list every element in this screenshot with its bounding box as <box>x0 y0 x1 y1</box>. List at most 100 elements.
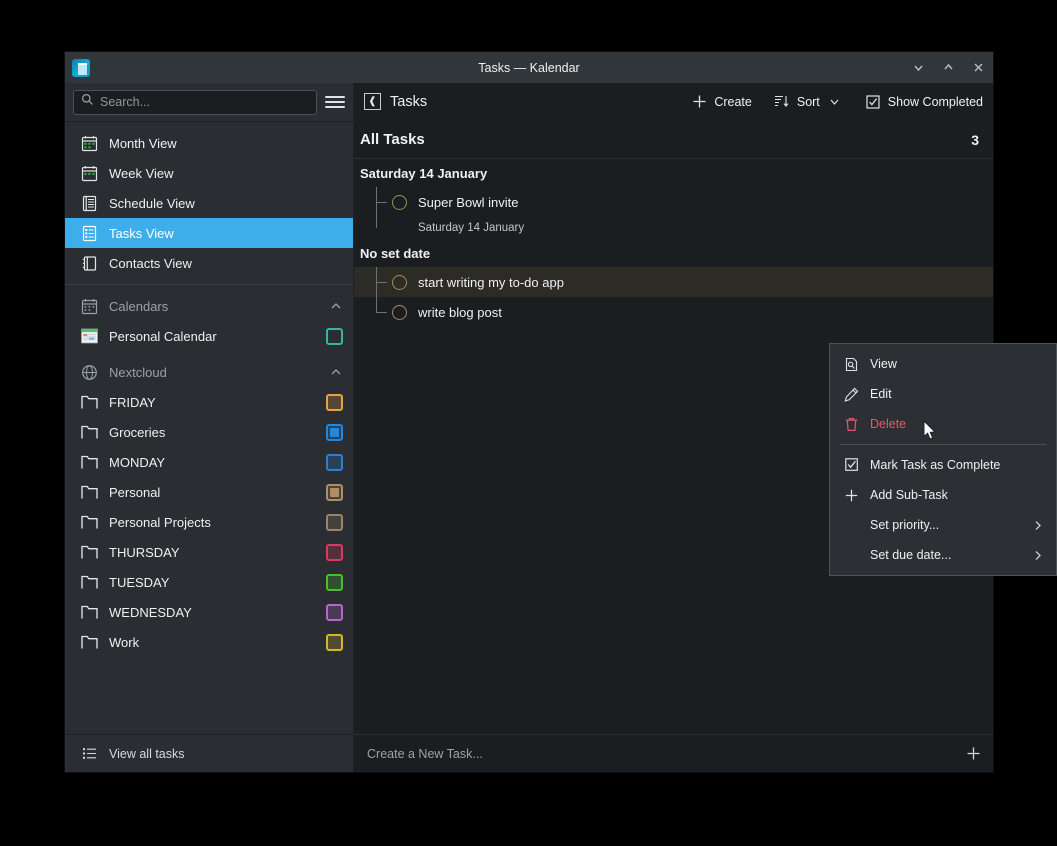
sidebar-item-tasks-view[interactable]: Tasks View <box>65 218 353 248</box>
view-all-tasks-button[interactable]: View all tasks <box>65 734 353 772</box>
checkbox-icon <box>843 457 860 474</box>
menu-item-edit[interactable]: Edit <box>830 379 1056 409</box>
calendar-color-checkbox[interactable] <box>326 634 343 651</box>
calendar-color-checkbox[interactable] <box>326 394 343 411</box>
menu-item-set-due-date[interactable]: Set due date... <box>830 540 1056 570</box>
title-bar: Tasks — Kalendar <box>65 52 993 83</box>
chevron-right-icon <box>1031 519 1044 532</box>
calendar-color-checkbox[interactable] <box>326 574 343 591</box>
sidebar-item-label: Month View <box>109 136 177 151</box>
main-toolbar: ❰ Tasks Create Sort <box>354 83 993 121</box>
sidebar-section-calendars[interactable]: Calendars <box>65 291 353 321</box>
calendar-item-monday[interactable]: MONDAY <box>65 447 353 477</box>
calendar-item-work[interactable]: Work <box>65 627 353 657</box>
nextcloud-calendar-list: FRIDAY Groceries MONDAY Personal Personal Pr… <box>65 387 353 657</box>
calendar-item-label: Work <box>109 635 315 650</box>
add-task-icon[interactable] <box>966 746 981 761</box>
sidebar-section-nextcloud[interactable]: Nextcloud <box>65 357 353 387</box>
tree-connector <box>376 267 392 297</box>
calendar-item-label: Personal Projects <box>109 515 315 530</box>
calendar-icon <box>80 297 98 315</box>
window-title: Tasks — Kalendar <box>65 61 993 75</box>
calendar-color-checkbox[interactable] <box>326 328 343 345</box>
menu-item-label: Set due date... <box>870 548 951 562</box>
calendar-color-checkbox[interactable] <box>326 544 343 561</box>
calendar-item-friday[interactable]: FRIDAY <box>65 387 353 417</box>
calendar-item-personal[interactable]: Personal <box>65 477 353 507</box>
task-name: Super Bowl invite <box>418 195 518 210</box>
chevron-down-icon <box>827 94 843 110</box>
tree-connector <box>376 297 392 327</box>
calendar-color-checkbox[interactable] <box>326 484 343 501</box>
week-view-icon <box>80 164 98 182</box>
task-row[interactable]: Super Bowl invite <box>354 187 993 217</box>
calendar-color-checkbox[interactable] <box>326 514 343 531</box>
calendar-item-personal-calendar[interactable]: Personal Calendar <box>65 321 353 351</box>
menu-item-set-priority[interactable]: Set priority... <box>830 510 1056 540</box>
chevron-up-icon[interactable] <box>329 365 343 379</box>
contacts-view-icon <box>80 254 98 272</box>
task-complete-checkbox[interactable] <box>392 305 407 320</box>
sidebar-item-month-view[interactable]: Month View <box>65 128 353 158</box>
folder-icon <box>80 393 98 411</box>
task-row[interactable]: start writing my to-do app <box>354 267 993 297</box>
list-title: All Tasks <box>360 131 425 148</box>
calendar-item-tuesday[interactable]: TUESDAY <box>65 567 353 597</box>
task-complete-checkbox[interactable] <box>392 275 407 290</box>
calendar-item-label: Personal Calendar <box>109 329 315 344</box>
window-controls <box>911 61 985 75</box>
search-input[interactable]: Search... <box>73 90 317 115</box>
menu-item-view[interactable]: View <box>830 349 1056 379</box>
chevron-right-icon <box>1031 549 1044 562</box>
calendar-item-label: WEDNESDAY <box>109 605 315 620</box>
menu-item-label: Set priority... <box>870 518 939 532</box>
sidebar-item-week-view[interactable]: Week View <box>65 158 353 188</box>
calendar-item-label: Groceries <box>109 425 315 440</box>
show-completed-button[interactable]: Show Completed <box>865 94 983 110</box>
calendar-item-label: Personal <box>109 485 315 500</box>
menu-item-label: Delete <box>870 417 906 431</box>
tree-connector <box>376 187 392 217</box>
calendar-item-thursday[interactable]: THURSDAY <box>65 537 353 567</box>
task-row[interactable]: write blog post <box>354 297 993 327</box>
sort-icon <box>774 94 790 110</box>
create-button[interactable]: Create <box>691 94 752 110</box>
chevron-up-icon[interactable] <box>329 299 343 313</box>
new-task-bar[interactable]: Create a New Task... <box>354 734 993 772</box>
sidebar-section-divider <box>65 284 353 285</box>
sidebar-item-label: Week View <box>109 166 174 181</box>
calendar-item-personal-projects[interactable]: Personal Projects <box>65 507 353 537</box>
menu-item-mark-task-as-complete[interactable]: Mark Task as Complete <box>830 450 1056 480</box>
menu-item-add-sub-task[interactable]: Add Sub-Task <box>830 480 1056 510</box>
sort-button[interactable]: Sort <box>774 94 843 110</box>
calendar-color-checkbox[interactable] <box>326 604 343 621</box>
sidebar-item-contacts-view[interactable]: Contacts View <box>65 248 353 278</box>
task-group: Super Bowl invite Saturday 14 January <box>354 187 993 239</box>
close-button[interactable] <box>971 61 985 75</box>
minimize-button[interactable] <box>911 61 925 75</box>
collapse-left-icon[interactable]: ❰ <box>364 93 381 110</box>
calendar-color-checkbox[interactable] <box>326 454 343 471</box>
calendar-item-label: FRIDAY <box>109 395 315 410</box>
menu-item-delete[interactable]: Delete <box>830 409 1056 439</box>
maximize-button[interactable] <box>941 61 955 75</box>
list-header: All Tasks 3 <box>354 121 993 159</box>
task-name: start writing my to-do app <box>418 275 564 290</box>
personal-calendar-icon <box>80 327 98 345</box>
view-all-tasks-label: View all tasks <box>109 747 185 761</box>
folder-icon <box>80 633 98 651</box>
task-complete-checkbox[interactable] <box>392 195 407 210</box>
task-due-date: Saturday 14 January <box>354 217 993 239</box>
menu-separator <box>840 444 1046 445</box>
folder-icon <box>80 483 98 501</box>
calendar-item-wednesday[interactable]: WEDNESDAY <box>65 597 353 627</box>
hamburger-icon[interactable] <box>325 92 345 112</box>
calendar-item-label: TUESDAY <box>109 575 315 590</box>
folder-icon <box>80 423 98 441</box>
sort-label: Sort <box>797 95 820 109</box>
calendar-item-label: MONDAY <box>109 455 315 470</box>
trash-icon <box>843 416 860 433</box>
calendar-color-checkbox[interactable] <box>326 424 343 441</box>
calendar-item-groceries[interactable]: Groceries <box>65 417 353 447</box>
sidebar-item-schedule-view[interactable]: Schedule View <box>65 188 353 218</box>
